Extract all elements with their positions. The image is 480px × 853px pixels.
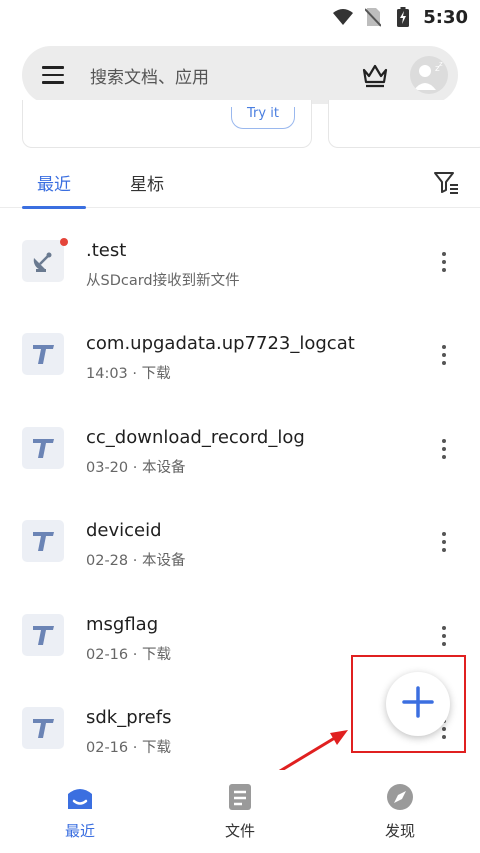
more-options-icon[interactable]	[432, 624, 456, 648]
svg-text:z: z	[439, 60, 443, 68]
nav-label: 发现	[384, 822, 415, 840]
more-options-icon[interactable]	[432, 437, 456, 461]
text-file-icon	[22, 707, 64, 749]
more-options-icon[interactable]	[432, 250, 456, 274]
file-meta: 02-16 · 下载	[86, 740, 171, 756]
wifi-icon	[333, 7, 354, 27]
unread-dot	[60, 238, 68, 246]
hamburger-menu-icon[interactable]	[42, 62, 68, 88]
crown-icon[interactable]	[358, 58, 392, 92]
plus-icon	[402, 686, 434, 722]
add-button[interactable]	[386, 672, 450, 736]
more-options-icon[interactable]	[432, 530, 456, 554]
filter-icon[interactable]	[432, 168, 460, 196]
nav-label: 最近	[64, 822, 95, 840]
text-file-icon	[22, 520, 64, 562]
no-sim-icon	[363, 7, 383, 27]
text-file-icon	[22, 427, 64, 469]
file-row-test[interactable]: .test 从SDcard接收到新文件	[0, 216, 480, 309]
nav-recent[interactable]: 最近	[30, 782, 130, 846]
satellite-icon	[22, 240, 64, 282]
battery-charging-icon	[393, 7, 413, 27]
try-it-button[interactable]: Try it	[231, 107, 295, 129]
file-meta: 14:03 · 下载	[86, 366, 171, 382]
avatar[interactable]: zz	[410, 56, 448, 94]
file-meta: 02-16 · 下载	[86, 647, 171, 663]
tab-recent[interactable]: 最近	[22, 156, 86, 209]
file-name: .test	[86, 240, 127, 261]
search-input[interactable]: 搜索文档、应用	[90, 63, 358, 88]
file-name: com.upgadata.up7723_logcat	[86, 333, 355, 354]
nav-label: 文件	[224, 822, 255, 840]
tab-starred[interactable]: 星标	[130, 156, 164, 208]
recent-home-icon	[65, 782, 95, 812]
file-meta: 02-28 · 本设备	[86, 553, 186, 569]
file-row-deviceid[interactable]: deviceid 02-28 · 本设备	[0, 496, 480, 589]
file-name: deviceid	[86, 520, 162, 541]
file-row-msgflag[interactable]: msgflag 02-16 · 下载	[0, 590, 480, 683]
text-file-icon	[22, 614, 64, 656]
file-meta: 从SDcard接收到新文件	[86, 273, 240, 289]
file-name: cc_download_record_log	[86, 427, 305, 448]
file-name: msgflag	[86, 614, 159, 635]
nav-discover[interactable]: 发现	[350, 782, 450, 846]
status-time: 5:30	[423, 6, 468, 28]
promo-card: Try it	[22, 100, 312, 148]
bottom-nav: 最近 文件 发现	[0, 770, 480, 853]
tab-bar: 最近 星标	[0, 156, 480, 209]
file-name: sdk_prefs	[86, 707, 172, 728]
file-row-download-log[interactable]: cc_download_record_log 03-20 · 本设备	[0, 403, 480, 496]
nav-files[interactable]: 文件	[190, 782, 290, 846]
file-icon	[225, 782, 255, 812]
compass-icon	[385, 782, 415, 812]
status-bar: 5:30	[0, 0, 480, 34]
text-file-icon	[22, 333, 64, 375]
promo-card-secondary	[328, 100, 480, 148]
file-row-logcat[interactable]: com.upgadata.up7723_logcat 14:03 · 下载	[0, 309, 480, 402]
more-options-icon[interactable]	[432, 343, 456, 367]
search-bar[interactable]: 搜索文档、应用 zz	[22, 46, 458, 104]
file-meta: 03-20 · 本设备	[86, 460, 186, 476]
